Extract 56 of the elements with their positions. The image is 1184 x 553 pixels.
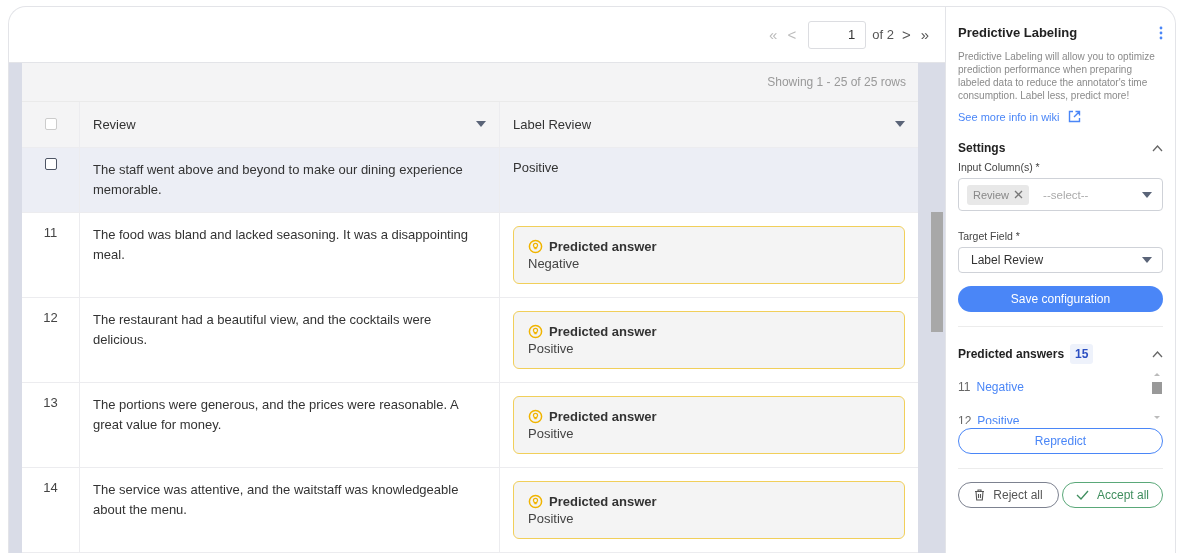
card-title: Predicted answer bbox=[549, 409, 657, 425]
row-number: 12 bbox=[43, 310, 58, 326]
last-page-button[interactable]: » bbox=[918, 26, 931, 43]
row-checkbox[interactable] bbox=[44, 158, 57, 171]
predicted-answer-card[interactable]: Predicted answer Positive bbox=[513, 481, 905, 540]
close-icon[interactable] bbox=[1014, 190, 1024, 199]
panel-title: Predictive Labeling bbox=[958, 25, 1078, 40]
predicted-answer-card[interactable]: Predicted answer Positive bbox=[513, 396, 905, 455]
review-text: The portions were generous, and the prices were reasonable. A great value for money. bbox=[93, 397, 458, 433]
card-title: Predicted answer bbox=[549, 324, 657, 340]
predicted-answer-card[interactable]: Predicted answer Positive bbox=[513, 311, 905, 370]
wiki-link[interactable]: See more info in wiki bbox=[958, 110, 1060, 123]
next-page-button[interactable]: > bbox=[899, 26, 913, 43]
select-all-checkbox[interactable] bbox=[44, 118, 57, 131]
check-icon bbox=[1076, 490, 1089, 500]
column-header[interactable]: Label Review bbox=[513, 116, 592, 132]
page-count: of 2 bbox=[872, 27, 894, 42]
field-label: Input Column(s) * bbox=[958, 161, 1041, 173]
count-badge: 15 bbox=[1070, 344, 1094, 364]
review-text: The food was bland and lacked seasoning. It was a disappointing meal. bbox=[93, 227, 469, 263]
field-label: Target Field * bbox=[958, 230, 1021, 242]
scrollbar-thumb[interactable] bbox=[931, 212, 943, 332]
collapse-icon[interactable] bbox=[1152, 350, 1163, 358]
review-text: The staff went above and beyond to make our dining experience memorable. bbox=[93, 162, 463, 198]
label-text: Positive bbox=[513, 160, 559, 176]
caret-icon[interactable] bbox=[1142, 191, 1152, 198]
accept-all-button[interactable]: Accept all bbox=[1062, 482, 1163, 508]
review-text: The service was attentive, and the waitstaff was knowledgeable about the menu. bbox=[93, 482, 459, 518]
page-field[interactable]: 1 bbox=[808, 20, 867, 49]
row-count: Showing 1 - 25 of 25 rows bbox=[767, 74, 906, 89]
repredict-button[interactable]: Repredict bbox=[958, 428, 1163, 454]
predicted-answer-card[interactable]: Predicted answer Negative bbox=[513, 226, 905, 285]
caret-icon[interactable] bbox=[1142, 257, 1152, 263]
column-header[interactable]: Review bbox=[93, 116, 136, 132]
section-title: Settings bbox=[958, 141, 1006, 155]
predicted-label: Positive bbox=[528, 511, 575, 527]
caret-icon[interactable] bbox=[895, 121, 905, 128]
reject-all-button[interactable]: Reject all bbox=[958, 482, 1059, 508]
answer-item[interactable]: 11 Negative bbox=[958, 370, 1151, 404]
predicted-label: Positive bbox=[528, 341, 575, 357]
external-link-icon[interactable] bbox=[1067, 110, 1081, 123]
more-options-icon[interactable] bbox=[1159, 25, 1163, 40]
row-number: 14 bbox=[43, 480, 58, 496]
row-number: 13 bbox=[43, 395, 58, 411]
panel-description: Predictive Labeling will allow you to optimize prediction performance when preparing labeled data to reduce the annotator's time consumption. Label less, predict more! bbox=[958, 50, 1156, 102]
section-title: Predicted answers bbox=[958, 347, 1065, 361]
collapse-icon[interactable] bbox=[1152, 144, 1163, 152]
row-number: 11 bbox=[43, 225, 58, 241]
card-title: Predicted answer bbox=[549, 494, 657, 510]
predicted-label: Negative bbox=[528, 256, 581, 272]
review-text: The restaurant had a beautiful view, and the cocktails were delicious. bbox=[93, 312, 432, 348]
card-title: Predicted answer bbox=[549, 239, 657, 255]
predicted-label: Positive bbox=[528, 426, 575, 442]
target-field-select[interactable]: Label Review bbox=[958, 247, 1163, 273]
trash-icon bbox=[974, 489, 986, 501]
caret-icon[interactable] bbox=[476, 121, 486, 128]
